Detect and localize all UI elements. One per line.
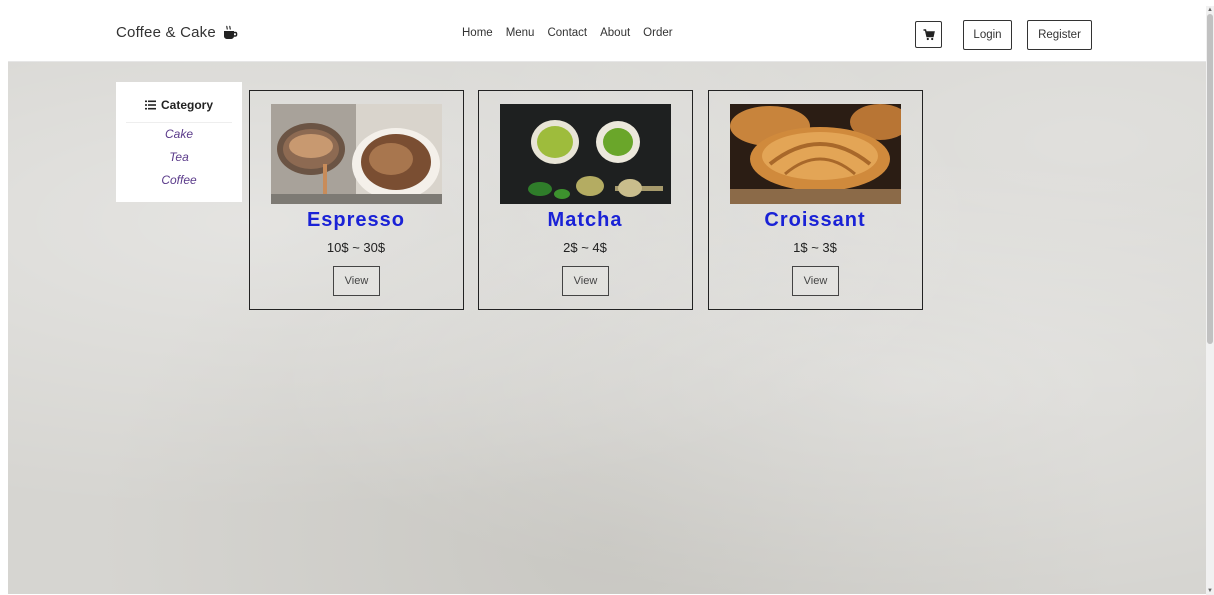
nav-order[interactable]: Order: [643, 27, 672, 39]
product-name[interactable]: Croissant: [709, 209, 921, 232]
product-name[interactable]: Matcha: [479, 209, 691, 232]
brand[interactable]: Coffee & Cake: [116, 24, 238, 41]
product-price: 10$ ~ 30$: [326, 240, 386, 255]
croissant-image: [730, 104, 901, 204]
category-sidebar: Category Cake Tea Coffee: [116, 82, 242, 202]
product-card-croissant: Croissant 1$ ~ 3$ View: [708, 90, 923, 310]
product-card-espresso: Espresso 10$ ~ 30$ View: [249, 90, 464, 310]
product-price: 2$ ~ 4$: [563, 240, 607, 255]
scroll-down-arrow-icon[interactable]: ▼: [1206, 587, 1214, 595]
view-button[interactable]: View: [333, 266, 380, 296]
nav-contact[interactable]: Contact: [547, 27, 587, 39]
category-item-cake[interactable]: Cake: [116, 127, 242, 141]
product-price: 1$ ~ 3$: [793, 240, 837, 255]
page-frame: Coffee & Cake Home Menu Contact About Or…: [8, 6, 1206, 594]
nav-home[interactable]: Home: [462, 27, 493, 39]
nav-menu[interactable]: Menu: [506, 27, 535, 39]
product-card-matcha: Matcha 2$ ~ 4$ View: [478, 90, 693, 310]
nav-links: Home Menu Contact About Order: [462, 27, 673, 39]
matcha-image: [500, 104, 671, 204]
category-item-coffee[interactable]: Coffee: [116, 173, 242, 187]
navbar: Coffee & Cake Home Menu Contact About Or…: [8, 6, 1206, 62]
cart-button[interactable]: [915, 21, 942, 48]
category-item-tea[interactable]: Tea: [116, 150, 242, 164]
espresso-image: [271, 104, 442, 204]
category-title-text: Category: [160, 98, 213, 112]
cart-icon: [923, 28, 935, 40]
view-button[interactable]: View: [562, 266, 609, 296]
scrollbar-thumb[interactable]: [1207, 14, 1213, 344]
category-divider: [126, 122, 232, 123]
scroll-up-arrow-icon[interactable]: ▲: [1206, 6, 1214, 14]
product-name[interactable]: Espresso: [250, 209, 462, 232]
category-heading: Category: [116, 98, 242, 112]
list-icon: [144, 100, 156, 110]
main-content: Category Cake Tea Coffee Espresso 10$ ~ …: [8, 62, 1206, 594]
nav-about[interactable]: About: [600, 27, 630, 39]
coffee-cup-icon: [223, 25, 238, 39]
brand-text: Coffee & Cake: [116, 24, 216, 41]
login-button[interactable]: Login: [963, 20, 1012, 50]
view-button[interactable]: View: [792, 266, 839, 296]
register-button[interactable]: Register: [1027, 20, 1092, 50]
